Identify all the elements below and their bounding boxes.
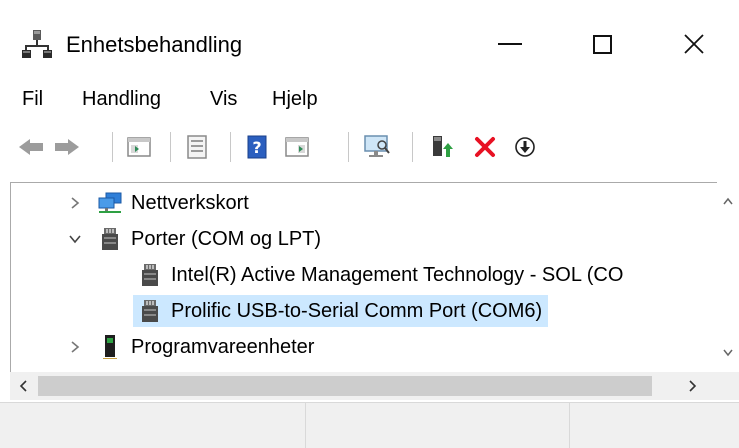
tree-node-label: Prolific USB-to-Serial Comm Port (COM6) bbox=[171, 299, 543, 322]
minimize-icon bbox=[498, 43, 522, 45]
show-hide-console-tree-button[interactable] bbox=[122, 130, 156, 164]
tree-node-label: Porter (COM og LPT) bbox=[131, 227, 322, 250]
maximize-button[interactable] bbox=[556, 16, 648, 72]
svg-text:?: ? bbox=[252, 138, 261, 157]
minimize-button[interactable] bbox=[464, 16, 556, 72]
properties-pane-icon bbox=[127, 137, 151, 157]
port-icon bbox=[97, 226, 123, 252]
port-icon bbox=[137, 262, 163, 288]
tree-node-label: Nettverkskort bbox=[131, 191, 249, 214]
properties-button[interactable] bbox=[180, 130, 214, 164]
title-bar[interactable]: Enhetsbehandling bbox=[0, 0, 739, 88]
network-adapter-icon bbox=[97, 190, 123, 216]
scan-hardware-button[interactable] bbox=[360, 130, 394, 164]
uninstall-device-button[interactable] bbox=[468, 130, 502, 164]
scroll-left-button[interactable] bbox=[10, 374, 36, 398]
tree-node-software-devices[interactable]: Programvareenheter bbox=[11, 329, 701, 365]
show-hide-action-pane-button[interactable] bbox=[280, 130, 314, 164]
help-button[interactable]: ? bbox=[240, 130, 274, 164]
toolbar-separator bbox=[170, 132, 171, 162]
software-device-icon bbox=[97, 334, 123, 360]
back-button[interactable] bbox=[14, 130, 48, 164]
port-icon bbox=[137, 298, 163, 324]
toolbar-separator bbox=[412, 132, 413, 162]
scan-hardware-icon bbox=[364, 135, 390, 157]
action-pane-icon bbox=[285, 137, 309, 157]
maximize-icon bbox=[592, 34, 612, 54]
update-driver-icon bbox=[433, 136, 453, 157]
device-tree[interactable]: Nettverkskort Porter (COM og LPT) Intel(… bbox=[10, 182, 717, 372]
disable-device-icon bbox=[515, 137, 535, 157]
menu-file[interactable]: Fil bbox=[22, 88, 43, 111]
disable-device-button[interactable] bbox=[508, 130, 542, 164]
chevron-left-icon bbox=[19, 380, 27, 392]
window-title: Enhetsbehandling bbox=[66, 32, 243, 57]
tree-node-network-adapters[interactable]: Nettverkskort bbox=[11, 185, 701, 221]
status-pane bbox=[0, 403, 306, 448]
scrollbar-corner bbox=[717, 372, 739, 400]
forward-arrow-icon bbox=[55, 139, 79, 155]
toolbar-separator bbox=[112, 132, 113, 162]
device-manager-icon bbox=[22, 28, 52, 60]
chevron-right-icon bbox=[689, 380, 697, 392]
menu-bar: Fil Handling Vis Hjelp bbox=[0, 78, 739, 118]
tree-node-intel-amt-sol[interactable]: Intel(R) Active Management Technology - … bbox=[11, 257, 701, 293]
scroll-up-button[interactable] bbox=[717, 190, 739, 212]
scroll-down-button[interactable] bbox=[717, 342, 739, 364]
collapse-chevron-icon[interactable] bbox=[67, 231, 83, 247]
chevron-down-icon bbox=[723, 349, 733, 357]
close-icon bbox=[684, 34, 704, 54]
scroll-right-button[interactable] bbox=[680, 374, 706, 398]
toolbar-separator bbox=[348, 132, 349, 162]
properties-icon bbox=[187, 135, 207, 159]
menu-help[interactable]: Hjelp bbox=[272, 88, 318, 111]
horizontal-scrollbar[interactable] bbox=[10, 372, 717, 400]
menu-action[interactable]: Handling bbox=[82, 88, 161, 111]
vertical-scrollbar[interactable] bbox=[717, 182, 739, 372]
back-arrow-icon bbox=[19, 139, 43, 155]
status-pane bbox=[306, 403, 570, 448]
expand-chevron-icon[interactable] bbox=[67, 339, 83, 355]
help-icon: ? bbox=[247, 135, 267, 159]
menu-view[interactable]: Vis bbox=[210, 88, 237, 111]
toolbar-separator bbox=[230, 132, 231, 162]
tree-node-ports[interactable]: Porter (COM og LPT) bbox=[11, 221, 701, 257]
toolbar: ? bbox=[0, 126, 739, 174]
tree-node-label: Programvareenheter bbox=[131, 335, 315, 358]
forward-button[interactable] bbox=[50, 130, 84, 164]
close-button[interactable] bbox=[648, 16, 739, 72]
status-bar bbox=[0, 402, 739, 448]
uninstall-icon bbox=[475, 137, 495, 157]
update-driver-button[interactable] bbox=[424, 130, 458, 164]
tree-node-prolific-com6[interactable]: Prolific USB-to-Serial Comm Port (COM6) bbox=[11, 293, 701, 329]
expand-chevron-icon[interactable] bbox=[67, 195, 83, 211]
chevron-up-icon bbox=[723, 197, 733, 205]
tree-node-label: Intel(R) Active Management Technology - … bbox=[171, 263, 624, 286]
horizontal-scroll-thumb[interactable] bbox=[38, 376, 652, 396]
